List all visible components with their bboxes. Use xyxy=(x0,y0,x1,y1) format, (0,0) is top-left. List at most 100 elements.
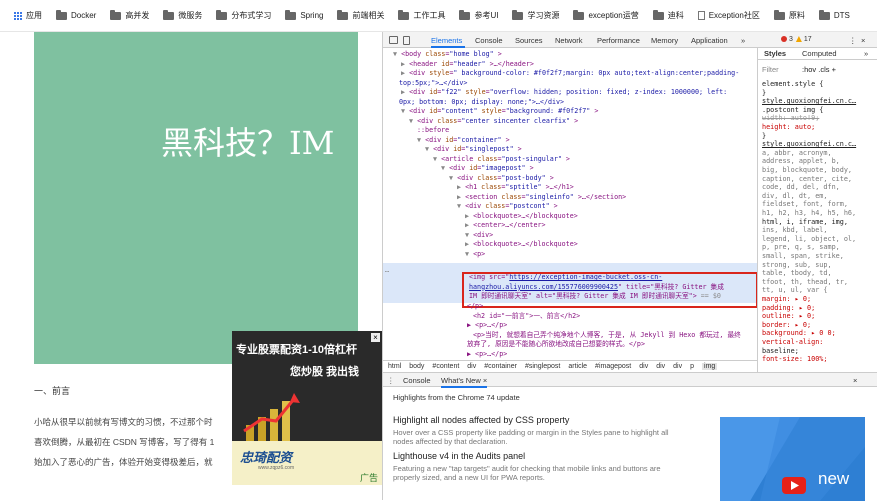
bookmark-item[interactable]: 学习资源 xyxy=(512,9,559,21)
style-rule-line[interactable]: div, dl, dt, em, xyxy=(762,192,827,201)
style-rule-line[interactable]: .postcont img { xyxy=(762,106,823,115)
bookmark-item[interactable]: 原料 xyxy=(773,9,805,21)
style-rule-line[interactable]: background: ▸ 0 0; xyxy=(762,329,836,338)
tab-elements[interactable]: Elements xyxy=(431,36,462,45)
tab-application[interactable]: Application xyxy=(691,36,728,45)
tab-console[interactable]: Console xyxy=(475,36,503,45)
tab-console[interactable]: Console xyxy=(403,376,431,385)
close-drawer-button[interactable]: × xyxy=(853,376,857,385)
more-menu-icon[interactable]: ⋮ xyxy=(849,36,857,45)
bookmark-item[interactable]: 高并发 xyxy=(110,9,149,21)
style-rule-line[interactable]: caption, center, cite, xyxy=(762,175,852,184)
dom-node[interactable]: <p>当时, 就想着自己弄个纯净地个人博客, 于是, 从 Jekyll 到 He… xyxy=(473,331,741,341)
dom-node[interactable]: ▼ <body class="home blog" > xyxy=(393,50,502,60)
dom-node[interactable]: ▶ <blockquote>…</blockquote> xyxy=(465,212,578,222)
dom-node[interactable]: ▶ <div style=" background-color: #f0f2f7… xyxy=(401,69,739,79)
tab-performance[interactable]: Performance xyxy=(597,36,640,45)
style-rule-line[interactable]: width: auto!9; xyxy=(762,114,819,123)
dom-node[interactable]: ▼ <div class="center sincenter clearfix"… xyxy=(409,117,578,127)
style-rule-line[interactable]: baseline; xyxy=(762,347,799,356)
breadcrumb-item[interactable]: html xyxy=(388,363,401,370)
bookmark-item[interactable]: 微服务 xyxy=(163,9,202,21)
bookmark-item[interactable]: 前端相关 xyxy=(337,9,384,21)
style-rule-line[interactable]: h1, h2, h3, h4, h5, h6, xyxy=(762,209,856,218)
breadcrumb-item[interactable]: #singlepost xyxy=(525,363,560,370)
dom-node[interactable]: ▶ <center>…</center> xyxy=(465,221,546,231)
dom-node[interactable]: ▼ <div class="post-body" > xyxy=(449,174,554,184)
dom-node[interactable]: ::before xyxy=(417,126,449,136)
style-rule-line[interactable]: style.guoxiongfei.cn.c… xyxy=(762,140,856,149)
dom-node[interactable]: ▶ <div id="f22" style="overflow: hidden;… xyxy=(401,88,727,98)
bookmark-item[interactable]: DTS xyxy=(818,9,850,20)
style-rule-line[interactable]: small, span, strike, xyxy=(762,252,844,261)
breadcrumb-item[interactable]: #content xyxy=(432,363,459,370)
style-rule-line[interactable]: big, blockquote, body, xyxy=(762,166,852,175)
feature-title[interactable]: Highlight all nodes affected by CSS prop… xyxy=(393,415,569,425)
bookmark-item[interactable]: 分布式学习 xyxy=(216,9,271,21)
breadcrumb-item[interactable]: div xyxy=(467,363,476,370)
tab-memory[interactable]: Memory xyxy=(651,36,678,45)
feature-title[interactable]: Lighthouse v4 in the Audits panel xyxy=(393,451,525,461)
style-rule-line[interactable]: border: ▸ 0; xyxy=(762,321,811,330)
breadcrumb-item[interactable]: div xyxy=(639,363,648,370)
style-rule-line[interactable]: style.guoxiongfei.cn.c… xyxy=(762,97,856,106)
style-rule-line[interactable]: } xyxy=(762,132,766,141)
dom-node[interactable]: ▼ <article class="post-singular" > xyxy=(433,155,570,165)
dom-node[interactable]: </p> xyxy=(467,302,483,312)
style-rule-line[interactable]: outline: ▸ 0; xyxy=(762,312,815,321)
breadcrumb-item[interactable]: article xyxy=(568,363,587,370)
style-rule-line[interactable]: margin: ▸ 0; xyxy=(762,295,811,304)
style-rule-line[interactable]: element.style { xyxy=(762,80,823,89)
tab-sources[interactable]: Sources xyxy=(515,36,543,45)
breadcrumb-item[interactable]: #imagepost xyxy=(595,363,631,370)
style-rule-line[interactable]: legend, li, object, ol, xyxy=(762,235,856,244)
style-rule-line[interactable]: address, applet, b, xyxy=(762,157,840,166)
dom-node[interactable]: top:5px;">…</div> xyxy=(399,79,467,89)
dom-node[interactable]: ▶ <p>…</p> xyxy=(467,321,507,331)
tab-whats-new[interactable]: What's New × xyxy=(441,376,488,388)
tab-[interactable]: » xyxy=(741,36,745,45)
dom-node[interactable]: ▼ <p> xyxy=(465,250,485,260)
breadcrumb-item[interactable]: p xyxy=(690,363,694,370)
style-rule-line[interactable]: code, dd, del, dfn, xyxy=(762,183,840,192)
breadcrumb-item[interactable]: div xyxy=(656,363,665,370)
style-rule-line[interactable]: tfoot, th, thead, tr, xyxy=(762,278,848,287)
style-rule-line[interactable]: } xyxy=(762,89,766,98)
dom-node[interactable]: ▼ <div> xyxy=(465,231,493,241)
bookmark-item[interactable]: 工作工具 xyxy=(398,9,445,21)
inspect-icon[interactable] xyxy=(389,36,398,44)
dom-node[interactable]: ▼ <div id="content" style="background: #… xyxy=(401,107,598,117)
style-rule-line[interactable]: vertical-align: xyxy=(762,338,823,347)
bookmark-item[interactable]: exception运营 xyxy=(573,9,639,21)
dom-node[interactable]: ▼ <div id="imagepost" > xyxy=(441,164,534,174)
dom-node[interactable]: ▼ <div class="postcont" > xyxy=(457,202,558,212)
tab-computed[interactable]: Computed xyxy=(802,49,837,59)
elements-tree[interactable]: … ▼ <body class="home blog" > ▶ <header i… xyxy=(383,48,757,360)
bookmark-item[interactable]: Exception社区 xyxy=(697,10,760,21)
ad-popup[interactable]: × 专业股票配资1-10倍杠杆 您炒股 我出钱 忠琦配资 www.zqpz6.c… xyxy=(232,331,382,485)
breadcrumb-item[interactable]: #container xyxy=(484,363,517,370)
dom-node[interactable]: <h2 id="一前言">一、前言</h2> xyxy=(473,312,580,322)
style-rule-line[interactable]: font-size: 100%; xyxy=(762,355,827,364)
style-rule-line[interactable]: fieldset, font, form, xyxy=(762,200,848,209)
dom-node[interactable]: ▶ <header id="header" >…</header> xyxy=(401,60,534,70)
ad-close-button[interactable]: × xyxy=(371,333,380,342)
style-rule-line[interactable]: tt, u, ul, var { xyxy=(762,286,827,295)
style-rule-line[interactable]: p, pre, q, s, samp, xyxy=(762,243,840,252)
dom-node[interactable]: ▶ <blockquote>…</blockquote> xyxy=(465,240,578,250)
breadcrumb-item[interactable]: body xyxy=(409,363,424,370)
tab-more[interactable]: » xyxy=(864,49,868,59)
drawer-menu-icon[interactable]: ⋮ xyxy=(387,376,395,385)
style-rule-line[interactable]: strong, sub, sup, xyxy=(762,261,832,270)
style-rule-line[interactable]: table, tbody, td, xyxy=(762,269,832,278)
style-rule-line[interactable]: height: auto; xyxy=(762,123,815,132)
tab-network[interactable]: Network xyxy=(555,36,583,45)
bookmark-item[interactable]: 参考UI xyxy=(459,9,498,21)
style-rule-line[interactable]: html, i, iframe, img, xyxy=(762,218,848,227)
bookmark-item[interactable]: Spring xyxy=(285,9,323,20)
dom-node[interactable]: ▶ <h1 class="sptitle" >…</h1> xyxy=(457,183,574,193)
dom-node[interactable]: 放弃了, 原因是不能随心所欲地改成自己想要的样式。</p> xyxy=(467,340,645,350)
bookmark-item[interactable]: 迪科 xyxy=(652,9,684,21)
error-warning-counter[interactable]: 3 17 xyxy=(781,36,812,43)
dom-node[interactable]: 0px; bottom: 0px; display: none;">…</div… xyxy=(399,98,564,108)
